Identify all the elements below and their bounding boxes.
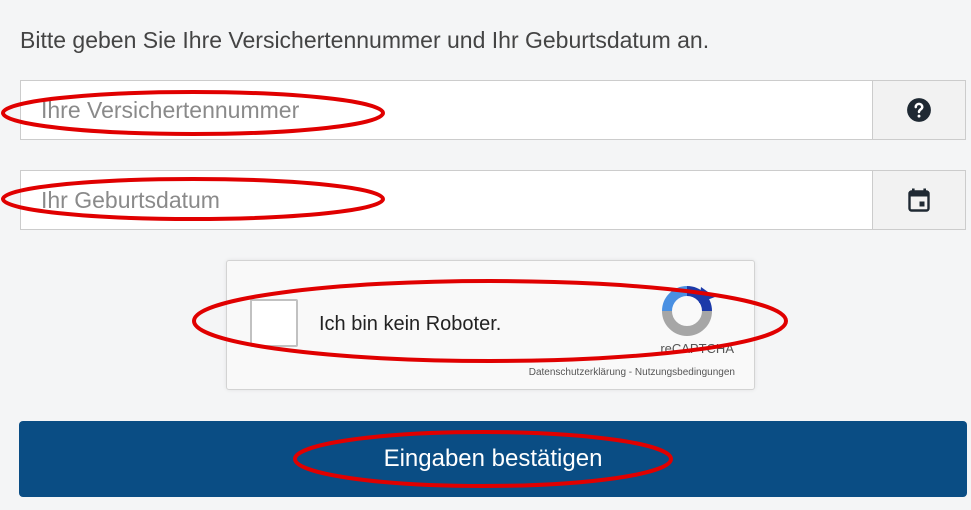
recaptcha-privacy-link[interactable]: Datenschutzerklärung <box>529 367 626 378</box>
calendar-button[interactable] <box>872 171 965 229</box>
recaptcha-checkbox-label: Ich bin kein Roboter. <box>319 313 502 335</box>
recaptcha-checkbox[interactable] <box>250 299 298 347</box>
recaptcha-legal-links: Datenschutzerklärung - Nutzungsbedingung… <box>529 367 735 378</box>
insurance-number-field <box>20 80 966 140</box>
submit-button[interactable]: Eingaben bestätigen <box>19 421 967 497</box>
birth-date-field <box>20 170 966 230</box>
question-circle-icon <box>907 98 931 122</box>
recaptcha-link-separator: - <box>626 367 635 378</box>
birth-date-input[interactable] <box>21 171 873 229</box>
login-form-panel: Bitte geben Sie Ihre Versichertennummer … <box>0 0 971 510</box>
recaptcha-widget: Ich bin kein Roboter. reCAPTCHA Datensch… <box>226 260 755 390</box>
recaptcha-terms-link[interactable]: Nutzungsbedingungen <box>635 367 735 378</box>
calendar-icon <box>908 188 930 212</box>
recaptcha-logo-icon <box>662 286 715 336</box>
recaptcha-brand-label: reCAPTCHA <box>660 341 734 356</box>
insurance-number-input[interactable] <box>21 81 873 139</box>
instruction-text: Bitte geben Sie Ihre Versichertennummer … <box>20 27 710 53</box>
help-button[interactable] <box>872 81 965 139</box>
